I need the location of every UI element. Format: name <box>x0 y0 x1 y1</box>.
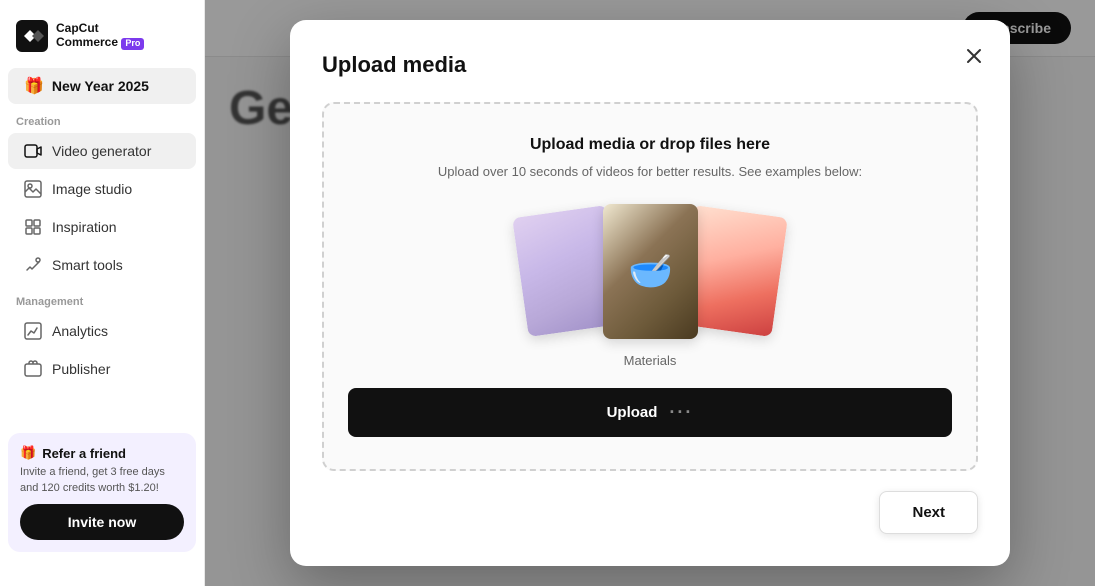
sidebar-item-label: Publisher <box>52 361 110 377</box>
main-content: Subscribe Ge Upload media Upload media o… <box>205 0 1095 586</box>
sidebar-item-smart-tools[interactable]: Smart tools <box>8 247 196 283</box>
close-icon <box>964 46 984 66</box>
logo-area: CapCut Commerce Pro <box>0 12 204 68</box>
referral-title: Refer a friend <box>42 446 126 461</box>
referral-card: 🎁 Refer a friend Invite a friend, get 3 … <box>8 433 196 552</box>
sidebar-item-publisher[interactable]: Publisher <box>8 351 196 387</box>
upload-button-label: Upload <box>607 404 658 421</box>
sidebar-item-inspiration[interactable]: Inspiration <box>8 209 196 245</box>
inspiration-icon <box>24 218 42 236</box>
sidebar-item-image-studio[interactable]: Image studio <box>8 171 196 207</box>
logo-pro-badge: Pro <box>121 38 144 50</box>
project-emoji: 🎁 <box>24 76 44 96</box>
upload-button[interactable]: Upload ··· <box>348 388 952 437</box>
modal-footer: Next <box>322 491 978 534</box>
referral-emoji: 🎁 <box>20 445 36 461</box>
project-name: New Year 2025 <box>52 78 149 94</box>
referral-description: Invite a friend, get 3 free days and 120… <box>20 465 184 496</box>
thumb-image-center: 🥣 <box>603 204 698 339</box>
analytics-icon <box>24 322 42 340</box>
media-preview: 🥣 <box>348 201 952 341</box>
sidebar-item-label: Analytics <box>52 323 108 339</box>
next-button[interactable]: Next <box>879 491 978 534</box>
smart-tools-icon <box>24 256 42 274</box>
sidebar-item-label: Inspiration <box>52 219 117 235</box>
management-section-label: Management <box>0 284 204 312</box>
upload-media-modal: Upload media Upload media or drop files … <box>290 20 1010 567</box>
sidebar-item-label: Smart tools <box>52 257 123 273</box>
modal-title: Upload media <box>322 52 978 78</box>
upload-area-subtitle: Upload over 10 seconds of videos for bet… <box>348 162 952 182</box>
modal-close-button[interactable] <box>958 40 990 72</box>
logo-name: CapCut Commerce Pro <box>56 22 144 49</box>
sidebar-item-label: Video generator <box>52 143 151 159</box>
sidebar-item-analytics[interactable]: Analytics <box>8 313 196 349</box>
upload-drop-area[interactable]: Upload media or drop files here Upload o… <box>322 102 978 472</box>
image-studio-icon <box>24 180 42 198</box>
upload-area-title: Upload media or drop files here <box>348 136 952 154</box>
media-label: Materials <box>348 353 952 368</box>
media-thumb-center: 🥣 <box>603 204 698 339</box>
capcut-logo-icon <box>16 20 48 52</box>
upload-button-dots: ··· <box>669 402 693 423</box>
publisher-icon <box>24 360 42 378</box>
invite-now-button[interactable]: Invite now <box>20 504 184 540</box>
project-item[interactable]: 🎁 New Year 2025 <box>8 68 196 104</box>
sidebar-item-video-generator[interactable]: Video generator <box>8 133 196 169</box>
sidebar-bottom: 🎁 Refer a friend Invite a friend, get 3 … <box>0 421 204 574</box>
sidebar: CapCut Commerce Pro 🎁 New Year 2025 Crea… <box>0 0 205 586</box>
video-generator-icon <box>24 142 42 160</box>
modal-overlay: Upload media Upload media or drop files … <box>205 0 1095 586</box>
creation-section-label: Creation <box>0 104 204 132</box>
sidebar-item-label: Image studio <box>52 181 132 197</box>
